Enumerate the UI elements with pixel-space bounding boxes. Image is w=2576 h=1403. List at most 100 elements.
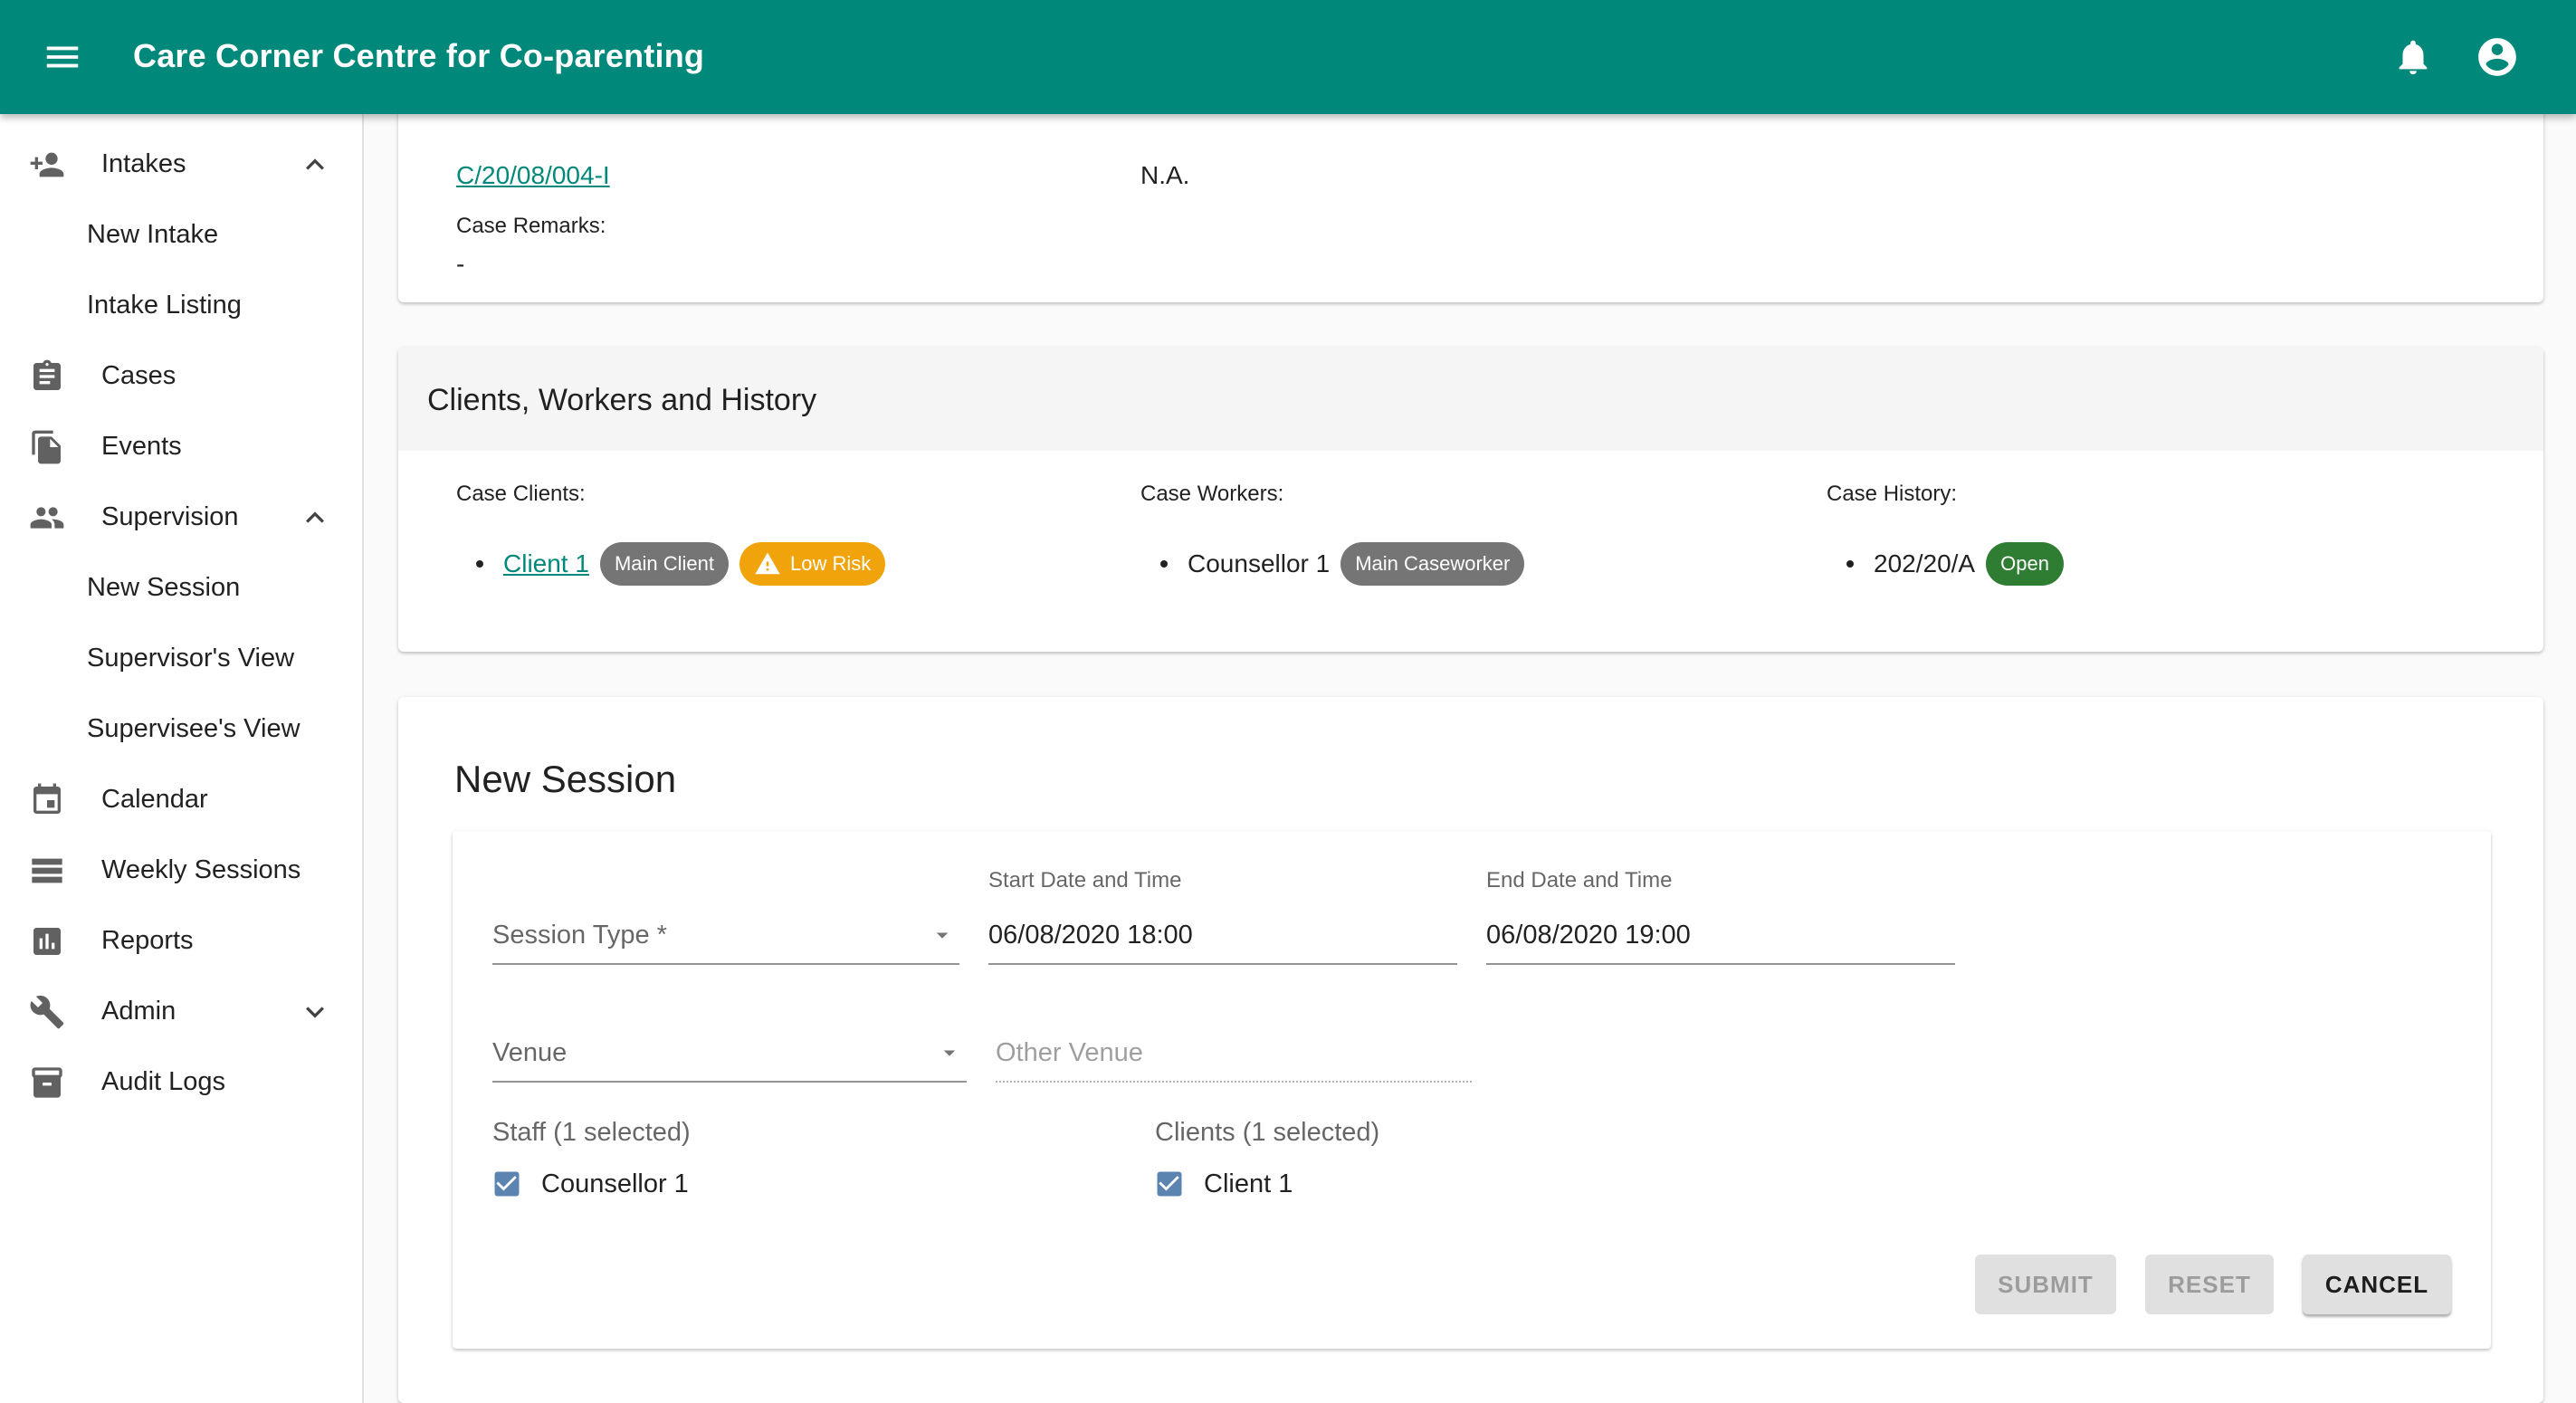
clients-group-label: Clients (1 selected) <box>1155 1118 1380 1147</box>
sidebar-item-supervisees-view[interactable]: Supervisee's View <box>0 693 362 764</box>
person-add-icon <box>29 147 65 183</box>
app-bar: Care Corner Centre for Co-parenting <box>0 0 2576 114</box>
sidebar-item-label: Events <box>101 432 182 461</box>
clients-workers-history-card: Clients, Workers and History Case Client… <box>398 348 2543 652</box>
checkbox-label: Client 1 <box>1204 1169 1293 1198</box>
main-caseworker-chip: Main Caseworker <box>1340 542 1525 586</box>
people-icon <box>29 500 65 536</box>
session-type-placeholder: Session Type * <box>492 921 667 950</box>
client-link[interactable]: Client 1 <box>503 548 589 580</box>
sidebar-item-events[interactable]: Events <box>0 411 362 482</box>
case-number-link[interactable]: C/20/08/004-I <box>456 159 610 192</box>
case-clients-heading: Case Clients: <box>456 482 586 506</box>
case-remarks-label: Case Remarks: <box>456 214 606 238</box>
sidebar-item-admin[interactable]: Admin <box>0 976 362 1046</box>
sidebar-item-label: Intakes <box>101 149 186 178</box>
other-venue-placeholder: Other Venue <box>996 1038 1143 1067</box>
end-datetime-field[interactable]: End Date and Time 06/08/2020 19:00 <box>1486 867 1955 965</box>
sidebar-item-label: Reports <box>101 926 194 955</box>
clipboard-icon <box>29 358 65 395</box>
sidebar-item-weekly-sessions[interactable]: Weekly Sessions <box>0 835 362 905</box>
checkbox-checked-icon <box>1157 1171 1182 1197</box>
checkbox-label: Counsellor 1 <box>541 1169 689 1198</box>
sidebar-item-calendar[interactable]: Calendar <box>0 764 362 835</box>
app-title: Care Corner Centre for Co-parenting <box>133 37 705 74</box>
dropdown-arrow-icon <box>929 921 956 949</box>
main-client-chip: Main Client <box>599 542 729 586</box>
file-copy-icon <box>29 429 65 465</box>
view-list-icon <box>29 853 65 889</box>
client-checkbox-client-1[interactable]: Client 1 <box>1153 1166 1293 1202</box>
list-item: Counsellor 1 Main Caseworker <box>1160 541 1525 587</box>
list-item: 202/20/A Open <box>1846 541 2064 587</box>
menu-icon[interactable] <box>42 36 83 78</box>
sidebar-item-intake-listing[interactable]: Intake Listing <box>0 270 362 340</box>
bullet <box>1846 560 1854 568</box>
risk-chip-label: Low Risk <box>789 552 872 575</box>
bullet <box>1160 560 1168 568</box>
wrench-icon <box>29 994 65 1030</box>
field-underline <box>988 963 1457 965</box>
session-type-select[interactable]: Session Type * <box>492 911 959 965</box>
main-content: C/20/08/004-I N.A. Case Remarks: - Clien… <box>364 114 2576 1403</box>
sidebar-item-label: Cases <box>101 361 177 390</box>
new-session-card: New Session Session Type * Start Date an… <box>398 697 2543 1403</box>
checkbox-checked-icon <box>494 1171 520 1197</box>
account-circle-icon[interactable] <box>2475 34 2520 80</box>
reset-button[interactable]: RESET <box>2145 1255 2274 1314</box>
staff-checkbox-counsellor-1[interactable]: Counsellor 1 <box>491 1166 689 1202</box>
sidebar-item-label: New Session <box>87 573 241 602</box>
cancel-button[interactable]: CANCEL <box>2303 1255 2451 1314</box>
risk-chip: Low Risk <box>739 542 886 586</box>
start-datetime-value: 06/08/2020 18:00 <box>988 921 1193 950</box>
page-title: New Session <box>454 758 677 800</box>
venue-select[interactable]: Venue <box>492 1028 967 1083</box>
submit-button[interactable]: SUBMIT <box>1975 1255 2116 1314</box>
field-underline <box>1486 963 1955 965</box>
case-remarks-value: - <box>456 250 465 278</box>
sidebar: Intakes New Intake Intake Listing Cases … <box>0 114 364 1403</box>
case-history-heading: Case History: <box>1827 482 1958 506</box>
card-title: Clients, Workers and History <box>427 383 817 417</box>
sidebar-item-audit-logs[interactable]: Audit Logs <box>0 1046 362 1117</box>
sidebar-item-label: Calendar <box>101 785 208 814</box>
sidebar-item-reports[interactable]: Reports <box>0 905 362 976</box>
calendar-icon <box>29 782 65 818</box>
end-datetime-value: 06/08/2020 19:00 <box>1486 921 1691 950</box>
bullet <box>476 560 483 568</box>
field-underline <box>492 1081 967 1083</box>
sidebar-item-new-session[interactable]: New Session <box>0 552 362 623</box>
sidebar-item-label: Weekly Sessions <box>101 855 301 884</box>
sidebar-item-label: Supervisor's View <box>87 644 295 673</box>
sidebar-item-new-intake[interactable]: New Intake <box>0 199 362 270</box>
card-header: Clients, Workers and History <box>398 348 2543 451</box>
warning-icon <box>755 552 780 575</box>
sidebar-item-label: Audit Logs <box>101 1067 226 1096</box>
sidebar-item-label: Supervision <box>101 502 239 531</box>
sidebar-item-cases[interactable]: Cases <box>0 340 362 411</box>
list-item: Client 1 Main Client Low Risk <box>476 541 886 587</box>
sidebar-item-intakes[interactable]: Intakes <box>0 129 362 199</box>
bell-icon[interactable] <box>2392 36 2434 78</box>
sidebar-item-label: Supervisee's View <box>87 714 301 743</box>
status-badge: Open <box>1986 542 2064 586</box>
staff-group-label: Staff (1 selected) <box>492 1118 691 1147</box>
dropdown-arrow-icon <box>936 1039 963 1066</box>
end-datetime-label: End Date and Time <box>1486 868 1673 892</box>
field-underline <box>996 1081 1472 1083</box>
chevron-down-icon <box>297 994 333 1030</box>
start-datetime-label: Start Date and Time <box>988 868 1182 892</box>
field-underline <box>492 963 959 965</box>
new-session-form: Session Type * Start Date and Time 06/08… <box>453 831 2491 1349</box>
history-case-number: 202/20/A <box>1874 549 1976 577</box>
case-field-value: N.A. <box>1140 161 1190 189</box>
sidebar-item-supervisors-view[interactable]: Supervisor's View <box>0 623 362 693</box>
worker-name: Counsellor 1 <box>1188 549 1331 577</box>
chevron-up-icon <box>297 147 333 183</box>
other-venue-field[interactable]: Other Venue <box>996 1028 1472 1083</box>
bar-chart-icon <box>29 923 65 959</box>
sidebar-item-label: Admin <box>101 997 177 1026</box>
start-datetime-field[interactable]: Start Date and Time 06/08/2020 18:00 <box>988 867 1457 965</box>
sidebar-item-supervision[interactable]: Supervision <box>0 482 362 552</box>
case-workers-heading: Case Workers: <box>1140 482 1284 506</box>
